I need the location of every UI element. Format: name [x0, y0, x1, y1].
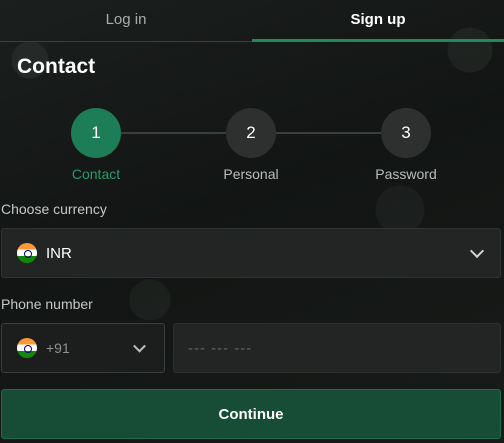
step-number: 1: [71, 108, 121, 158]
india-flag-icon: [17, 243, 37, 263]
step-number: 3: [381, 108, 431, 158]
step-label: Password: [375, 166, 437, 182]
step-personal: 2 Personal: [201, 108, 301, 182]
phone-code-value: +91: [46, 340, 70, 356]
auth-tabs: Log in Sign up: [0, 0, 504, 42]
tab-login[interactable]: Log in: [0, 0, 252, 42]
step-label: Personal: [223, 166, 279, 182]
continue-button[interactable]: Continue: [1, 389, 501, 439]
chevron-down-icon: [133, 339, 146, 353]
currency-select[interactable]: INR: [1, 228, 501, 278]
chevron-down-icon: [469, 243, 485, 259]
step-label: Contact: [71, 166, 121, 182]
signup-screen: Log in Sign up Contact 1 Contact 2 Perso…: [0, 0, 504, 443]
phone-label: Phone number: [1, 296, 93, 312]
phone-number-input[interactable]: [173, 323, 501, 373]
phone-code-select[interactable]: +91: [1, 323, 165, 373]
page-title: Contact: [17, 55, 96, 78]
step-password: 3 Password: [356, 108, 456, 182]
step-number: 2: [226, 108, 276, 158]
currency-label: Choose currency: [1, 201, 107, 217]
signup-stepper: 1 Contact 2 Personal 3 Password: [0, 108, 504, 188]
tab-signup[interactable]: Sign up: [252, 0, 504, 42]
india-flag-icon: [17, 338, 37, 358]
step-contact: 1 Contact: [46, 108, 146, 182]
currency-value: INR: [46, 244, 72, 262]
